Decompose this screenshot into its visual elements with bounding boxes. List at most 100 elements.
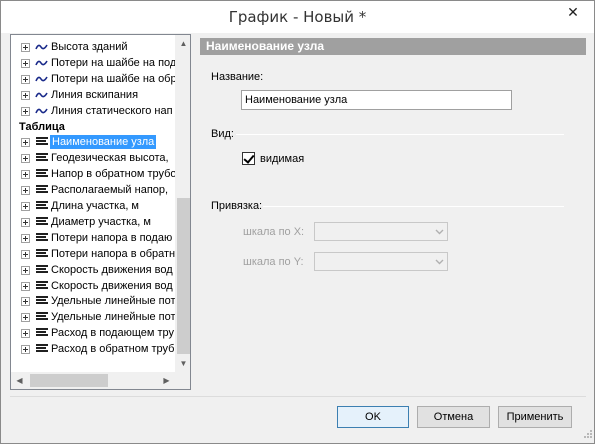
expand-plus-icon[interactable] bbox=[21, 58, 30, 68]
tree-item[interactable]: Скорость движения вод bbox=[11, 278, 176, 294]
tree-item-label: Расход в подающем тру bbox=[51, 327, 175, 340]
vertical-scroll-thumb[interactable] bbox=[177, 198, 190, 354]
visible-checkbox[interactable] bbox=[242, 152, 255, 165]
scale-x-select[interactable] bbox=[314, 222, 448, 241]
scroll-down-arrow-icon[interactable]: ▼ bbox=[175, 355, 190, 372]
expand-plus-icon[interactable] bbox=[21, 154, 30, 164]
expand-plus-icon[interactable] bbox=[21, 138, 30, 148]
expand-plus-icon[interactable] bbox=[21, 202, 30, 211]
tree-item-label: Скорость движения вод bbox=[51, 279, 173, 292]
expand-plus-icon[interactable] bbox=[21, 74, 30, 84]
tree-item-label: Напор в обратном трубо bbox=[51, 168, 177, 181]
scroll-up-arrow-icon[interactable]: ▲ bbox=[175, 35, 190, 52]
line-series-icon bbox=[35, 108, 48, 113]
tree-item[interactable]: Наименование узла bbox=[11, 134, 176, 150]
resize-grip-icon[interactable] bbox=[581, 429, 593, 441]
scroll-right-arrow-icon[interactable]: ▶ bbox=[158, 372, 175, 389]
tree-item-label: Высота зданий bbox=[51, 41, 128, 53]
dialog-window: График - Новый * ✕ Высота зданий Потери н… bbox=[0, 0, 595, 444]
table-row-icon bbox=[36, 137, 48, 147]
tree-item[interactable]: Геодезическая высота, bbox=[11, 150, 176, 166]
expand-plus-icon[interactable] bbox=[21, 265, 30, 275]
expand-plus-icon[interactable] bbox=[21, 233, 30, 243]
tree-item[interactable]: Расход в обратном труб bbox=[11, 341, 176, 357]
visible-label[interactable]: видимая bbox=[260, 153, 304, 165]
expand-plus-icon[interactable] bbox=[21, 281, 30, 291]
bottom-separator bbox=[10, 396, 586, 397]
tree-item[interactable]: Потери напора в подаю bbox=[11, 230, 176, 246]
table-row-icon bbox=[36, 185, 48, 195]
table-row-icon bbox=[36, 328, 48, 338]
tree-item[interactable]: Располагаемый напор, bbox=[11, 182, 176, 198]
binding-label: Привязка: bbox=[211, 200, 263, 212]
expand-plus-icon[interactable] bbox=[21, 297, 30, 307]
table-row-icon bbox=[36, 296, 48, 306]
table-row-icon bbox=[36, 216, 48, 227]
view-label: Вид: bbox=[211, 128, 234, 140]
tree-item-label: Длина участка, м bbox=[51, 200, 139, 212]
expand-plus-icon[interactable] bbox=[21, 90, 30, 100]
tree-item-label: Потери напора в подаю bbox=[51, 231, 173, 244]
tree-item[interactable]: Потери на шайбе на под bbox=[11, 55, 176, 71]
tree-item[interactable]: Диаметр участка, м bbox=[11, 214, 176, 230]
expand-plus-icon[interactable] bbox=[21, 170, 30, 180]
table-row-icon bbox=[36, 153, 48, 163]
table-row-icon bbox=[36, 169, 48, 179]
tree-item[interactable]: Потери на шайбе на обр bbox=[11, 71, 177, 87]
table-row-icon bbox=[36, 248, 48, 259]
tree-item[interactable]: Линия вскипания bbox=[11, 87, 176, 103]
ok-button[interactable]: OK bbox=[337, 406, 409, 428]
window-title: График - Новый * bbox=[228, 8, 367, 26]
scroll-left-arrow-icon[interactable]: ◀ bbox=[11, 372, 28, 389]
tree-item-label: Располагаемый напор, bbox=[51, 184, 169, 197]
line-series-icon bbox=[35, 44, 48, 50]
cancel-button[interactable]: Отмена bbox=[417, 406, 490, 428]
apply-button[interactable]: Применить bbox=[498, 406, 572, 428]
expand-plus-icon[interactable] bbox=[21, 186, 30, 196]
name-label: Название: bbox=[211, 71, 264, 83]
tree-horizontal-scrollbar[interactable]: ◀ ▶ bbox=[11, 372, 175, 389]
tree-item[interactable]: Линия статического нап bbox=[11, 103, 176, 119]
tree-item[interactable]: Удельные линейные пот bbox=[11, 293, 176, 309]
expand-plus-icon[interactable] bbox=[21, 313, 30, 323]
name-field[interactable] bbox=[241, 90, 512, 110]
tree-item[interactable]: Расход в подающем тру bbox=[11, 325, 176, 341]
scale-y-select[interactable] bbox=[314, 252, 448, 271]
tree-view[interactable]: Высота зданий Потери на шайбе на под Потер… bbox=[10, 34, 191, 390]
tree-group-header[interactable]: Таблица bbox=[11, 119, 176, 135]
tree-item[interactable]: Скорость движения вод bbox=[11, 262, 176, 278]
table-row-icon bbox=[36, 264, 48, 275]
expand-plus-icon[interactable] bbox=[21, 329, 30, 339]
table-row-icon bbox=[36, 344, 48, 354]
tree-item[interactable]: Напор в обратном трубо bbox=[11, 166, 177, 182]
tree-item-label: Линия статического нап bbox=[51, 104, 173, 117]
expand-plus-icon[interactable] bbox=[21, 106, 30, 116]
horizontal-scroll-thumb[interactable] bbox=[30, 374, 108, 387]
tree-item[interactable]: Удельные линейные пот bbox=[11, 309, 176, 325]
scroll-corner bbox=[175, 372, 190, 389]
close-button[interactable]: ✕ bbox=[556, 1, 590, 23]
title-bar: График - Новый * ✕ bbox=[1, 1, 594, 33]
tree-item-label: Скорость движения вод bbox=[51, 263, 173, 276]
tree-item-label: Линия вскипания bbox=[51, 88, 139, 101]
tree-item-label: Диаметр участка, м bbox=[51, 215, 151, 228]
tree-item[interactable]: Потери напора в обратн bbox=[11, 246, 176, 262]
table-row-icon bbox=[36, 232, 48, 243]
expand-plus-icon[interactable] bbox=[21, 345, 30, 355]
tree-item-label-selected: Наименование узла bbox=[50, 135, 157, 150]
table-row-icon bbox=[36, 280, 48, 291]
chevron-down-icon bbox=[435, 259, 444, 265]
line-series-icon bbox=[35, 76, 48, 82]
expand-plus-icon[interactable] bbox=[21, 249, 30, 259]
scale-x-label: шкала по X: bbox=[243, 226, 305, 238]
expand-plus-icon[interactable] bbox=[21, 43, 30, 52]
tree-vertical-scrollbar[interactable]: ▲ ▼ bbox=[175, 35, 190, 372]
table-row-icon bbox=[36, 312, 48, 322]
view-separator bbox=[236, 134, 564, 135]
tree-item[interactable]: Длина участка, м bbox=[11, 198, 176, 214]
tree-item-label: Геодезическая высота, bbox=[51, 152, 169, 165]
expand-plus-icon[interactable] bbox=[21, 217, 30, 227]
chevron-down-icon bbox=[435, 229, 444, 235]
tree-item-label: Удельные линейные пот bbox=[51, 311, 176, 324]
tree-item[interactable]: Высота зданий bbox=[11, 39, 176, 55]
